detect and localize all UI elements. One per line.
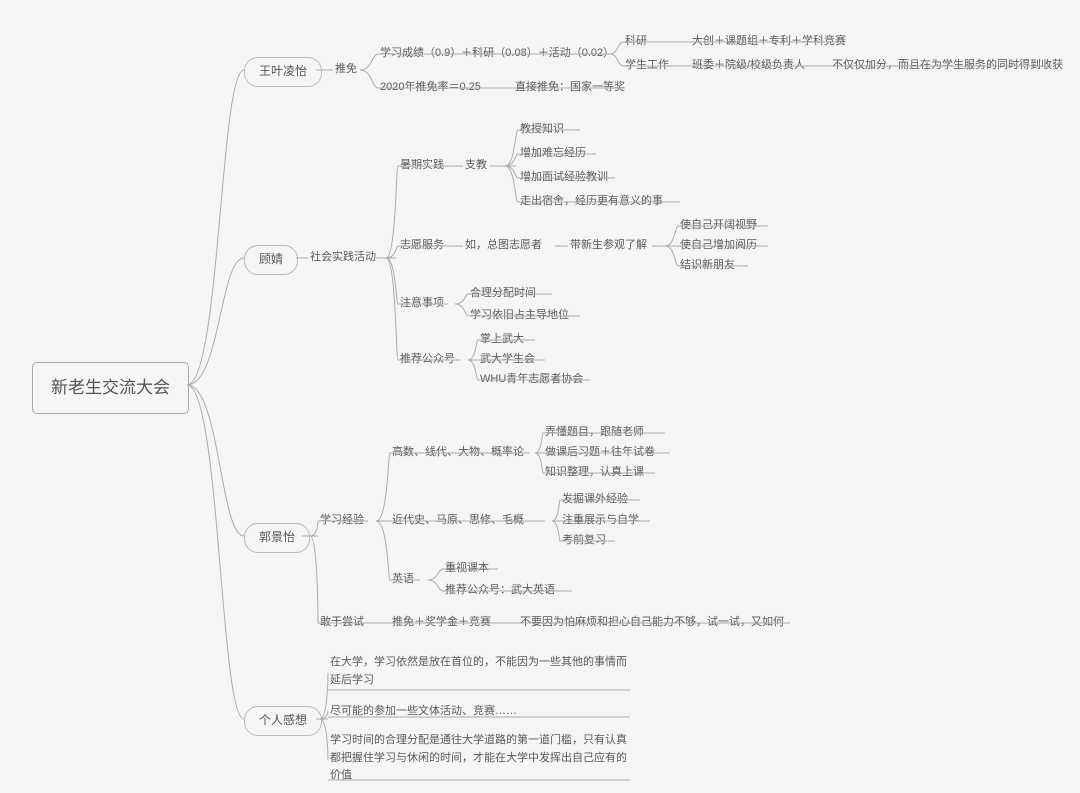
gu-vol-t3: 带新生参观了解 <box>570 238 647 252</box>
guo-l3b: 敢于尝试 <box>320 615 364 629</box>
gu-wx-i3: WHU青年志愿者协会 <box>480 372 583 386</box>
gu-note-i2: 学习依旧占主导地位 <box>470 308 569 322</box>
gu-vol-i3: 结识新朋友 <box>680 258 735 272</box>
guo-l3be: 不要因为怕麻烦和担心自己能力不够，试一试，又如何 <box>520 615 784 629</box>
wang-a2e: 不仅仅加分，而且在为学生服务的同时得到收获 <box>832 58 1063 72</box>
wang-a: 学习成绩（0.9）＋科研（0.08）＋活动（0.02） <box>380 46 614 60</box>
personal-i1: 在大学，学习依然是放在首位的，不能因为一些其他的事情而延后学习 <box>330 654 630 689</box>
branch-gu[interactable]: 顾婧 <box>244 245 298 275</box>
guo-math-i1: 弄懂题目，跟随老师 <box>545 425 644 439</box>
gu-summer-i1: 教授知识 <box>520 122 564 136</box>
gu-vol-i1: 使自己开阔视野 <box>680 218 757 232</box>
gu-summer-i4: 走出宿舍，经历更有意义的事 <box>520 194 663 208</box>
guo-l3a: 学习经验 <box>320 513 364 527</box>
personal-i2: 尽可能的参加一些文体活动、竞赛…… <box>330 703 630 721</box>
branch-guo[interactable]: 郭景怡 <box>244 523 310 553</box>
gu-summer-t2: 支教 <box>465 158 487 172</box>
guo-pol: 近代史、马原、思修、毛概 <box>392 513 524 527</box>
gu-note: 注意事项 <box>400 296 444 310</box>
guo-pol-i1: 发掘课外经验 <box>562 492 628 506</box>
wang-a2d: 班委＋院级/校级负责人 <box>692 58 805 72</box>
gu-summer: 暑期实践 <box>400 158 444 172</box>
wang-bd: 直接推免：国家一等奖 <box>515 80 625 94</box>
guo-pol-i2: 注重展示与自学 <box>562 513 639 527</box>
personal-i3: 学习时间的合理分配是通往大学道路的第一道门槛，只有认真都把握住学习与休闲的时间，… <box>330 732 630 785</box>
gu-vol: 志愿服务 <box>400 238 444 252</box>
wang-b: 2020年推免率＝0.25 <box>380 80 481 94</box>
gu-summer-i2: 增加难忘经历 <box>520 146 586 160</box>
wang-a1d: 大创＋课题组＋专利＋学科竞赛 <box>692 34 846 48</box>
guo-eng-i1: 重视课本 <box>445 561 489 575</box>
guo-eng: 英语 <box>392 572 414 586</box>
wang-l3: 推免 <box>335 62 357 76</box>
gu-vol-t2: 如，总图志愿者 <box>465 238 542 252</box>
guo-pol-i3: 考前复习 <box>562 533 606 547</box>
gu-l3: 社会实践活动 <box>310 250 376 264</box>
guo-eng-i2: 推荐公众号：武大英语 <box>445 583 555 597</box>
guo-l3bd: 推免＋奖学金＋竞赛 <box>392 615 491 629</box>
gu-vol-i2: 使自己增加阅历 <box>680 238 757 252</box>
branch-personal[interactable]: 个人感想 <box>244 706 322 736</box>
root-node[interactable]: 新老生交流大会 <box>32 362 189 414</box>
gu-note-i1: 合理分配时间 <box>470 286 536 300</box>
guo-math-i3: 知识整理，认真上课 <box>545 465 644 479</box>
gu-wx-i1: 掌上武大 <box>480 332 524 346</box>
branch-wang[interactable]: 王叶凌怡 <box>244 57 322 87</box>
wang-a1: 科研 <box>625 34 647 48</box>
guo-math: 高数、线代、大物、概率论 <box>392 445 524 459</box>
gu-wx: 推荐公众号 <box>400 352 455 366</box>
wang-a2: 学生工作 <box>625 58 669 72</box>
guo-math-i2: 做课后习题＋往年试卷 <box>545 445 655 459</box>
gu-summer-i3: 增加面试经验教训 <box>520 170 608 184</box>
gu-wx-i2: 武大学生会 <box>480 352 535 366</box>
